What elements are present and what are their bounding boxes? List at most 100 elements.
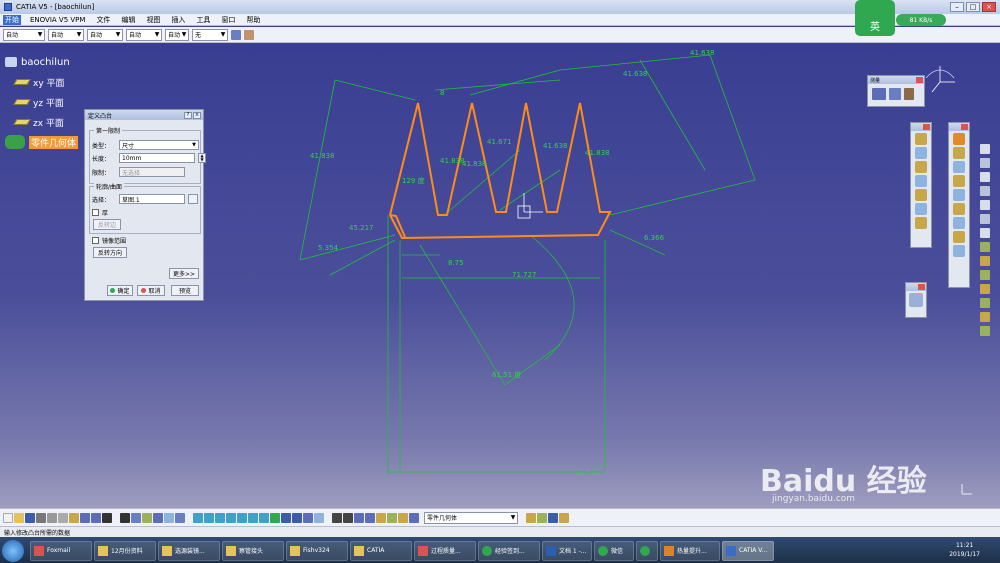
draft-icon[interactable] — [953, 175, 965, 187]
create-viewpoint-icon[interactable] — [270, 512, 280, 523]
taskbar-item-foxmail[interactable]: Foxmail — [30, 540, 92, 561]
compass-icon[interactable] — [925, 66, 955, 93]
iso-view-icon[interactable] — [281, 512, 291, 523]
dialog-close-button[interactable]: × — [193, 111, 201, 119]
zoom-in-icon[interactable] — [237, 512, 247, 523]
pan-view-icon[interactable] — [215, 512, 225, 523]
tree-item-xy-plane[interactable]: xy 平面 — [5, 72, 78, 92]
axis-system-icon[interactable] — [354, 512, 364, 523]
system-clock[interactable]: 11:21 2019/1/17 — [949, 541, 980, 559]
slot-icon[interactable] — [915, 217, 927, 229]
formula-icon[interactable] — [120, 512, 130, 523]
undo-icon[interactable] — [80, 512, 90, 523]
taskbar-item-wechat[interactable]: 微信 — [594, 540, 634, 561]
catalog-icon[interactable] — [164, 512, 174, 523]
normal-view-icon[interactable] — [980, 214, 990, 224]
pan-icon[interactable] — [980, 172, 990, 182]
thread-tap-icon[interactable] — [548, 512, 558, 523]
tree-item-part-body[interactable]: 零件几何体 — [5, 132, 79, 152]
taskbar-item-folder[interactable]: 选源装镜... — [158, 540, 220, 561]
shaft-icon[interactable] — [915, 161, 927, 173]
preview-button[interactable]: 预览 — [171, 285, 199, 296]
pocket-icon[interactable] — [915, 147, 927, 159]
knowledge-inspector-icon[interactable] — [175, 512, 185, 523]
pattern-icon[interactable] — [980, 312, 990, 322]
shell-icon[interactable] — [953, 189, 965, 201]
insert-body-icon[interactable] — [365, 512, 375, 523]
profile-input[interactable]: 草图.1 — [119, 194, 185, 204]
zoom-icon[interactable] — [980, 200, 990, 210]
chamfer-icon[interactable] — [953, 161, 965, 173]
mirror-checkbox[interactable] — [92, 237, 99, 244]
taskbar-item-folder[interactable]: 察管接头 — [222, 540, 284, 561]
update-icon[interactable] — [343, 512, 353, 523]
hide-show-icon[interactable] — [303, 512, 313, 523]
shading-icon[interactable] — [292, 512, 302, 523]
annotation-icon[interactable] — [398, 512, 408, 523]
boolean-icon[interactable] — [376, 512, 386, 523]
taskbar-item-hot[interactable]: 热量提升... — [660, 540, 720, 561]
law-icon[interactable] — [142, 512, 152, 523]
measure-icon[interactable] — [526, 512, 536, 523]
fly-mode-icon[interactable] — [193, 512, 203, 523]
groove-icon[interactable] — [915, 175, 927, 187]
replace-face-icon[interactable] — [953, 245, 965, 257]
normal-view-toggle-icon[interactable] — [259, 512, 269, 523]
constraint-icon[interactable] — [980, 256, 990, 266]
part-analysis-icon[interactable] — [559, 512, 569, 523]
more-button[interactable]: 更多>> — [169, 268, 199, 279]
tree-root[interactable]: baochilun — [5, 52, 78, 72]
tree-item-yz-plane[interactable]: yz 平面 — [5, 92, 78, 112]
work-object-combo[interactable]: 零件几何体 ▼ — [424, 511, 518, 524]
apply-material-icon[interactable] — [980, 242, 990, 252]
limit-input[interactable]: 无选择 — [119, 167, 185, 177]
pad-icon[interactable] — [915, 133, 927, 145]
rotate-icon[interactable] — [980, 186, 990, 196]
measure-between-icon[interactable] — [872, 88, 886, 100]
reference-element-icon[interactable] — [387, 512, 397, 523]
print-icon[interactable] — [36, 512, 46, 523]
measure-inertia-icon[interactable] — [904, 88, 914, 100]
swap-visible-space-icon[interactable] — [314, 512, 324, 523]
help-button[interactable]: ? — [184, 111, 192, 119]
knowledge-icon[interactable] — [131, 512, 141, 523]
rotate-view-icon[interactable] — [226, 512, 236, 523]
transform-icon[interactable] — [980, 284, 990, 294]
hole-icon[interactable] — [915, 189, 927, 201]
cancel-button[interactable]: 取消 — [137, 285, 165, 296]
thickness-icon[interactable] — [953, 203, 965, 215]
taskbar-item-folder[interactable]: Fishv324 — [286, 540, 348, 561]
close-icon[interactable] — [923, 124, 930, 130]
fit-all-icon[interactable] — [204, 512, 214, 523]
thread-icon[interactable] — [953, 217, 965, 229]
taskbar-item-app[interactable] — [636, 540, 658, 561]
work-object-icon[interactable] — [409, 512, 419, 523]
sketch-icon[interactable] — [953, 133, 965, 145]
sketcher-icon[interactable] — [909, 293, 923, 307]
scan-icon[interactable] — [332, 512, 342, 523]
start-button[interactable] — [2, 539, 24, 562]
fly-icon[interactable] — [980, 158, 990, 168]
open-icon[interactable] — [14, 512, 24, 523]
reverse-side-button[interactable]: 反转边 — [93, 219, 121, 230]
ok-button[interactable]: 确定 — [107, 285, 133, 296]
thick-checkbox[interactable] — [92, 209, 99, 216]
type-select[interactable]: 尺寸 ▼ — [119, 140, 199, 150]
taskbar-item-folder[interactable]: CATIA — [350, 540, 412, 561]
remove-face-icon[interactable] — [953, 231, 965, 243]
taskbar-item-word[interactable]: 文档 1 -... — [542, 540, 592, 561]
length-spinner[interactable]: ▲ ▼ — [198, 153, 206, 163]
scaling-icon[interactable] — [980, 326, 990, 336]
reverse-direction-button[interactable]: 反转方向 — [93, 247, 127, 258]
close-icon[interactable] — [918, 284, 925, 290]
fillet-icon[interactable] — [953, 147, 965, 159]
tree-item-zx-plane[interactable]: zx 平面 — [5, 112, 78, 132]
measure-item-icon[interactable] — [889, 88, 901, 100]
cut-icon[interactable] — [47, 512, 57, 523]
length-input[interactable]: 10mm — [119, 153, 195, 163]
taskbar-item-folder[interactable]: 12月份资料 — [94, 540, 156, 561]
taskbar-item-catia[interactable]: CATIA V... — [722, 540, 774, 561]
design-table-icon[interactable] — [153, 512, 163, 523]
close-icon[interactable] — [961, 124, 968, 130]
rib-icon[interactable] — [915, 203, 927, 215]
